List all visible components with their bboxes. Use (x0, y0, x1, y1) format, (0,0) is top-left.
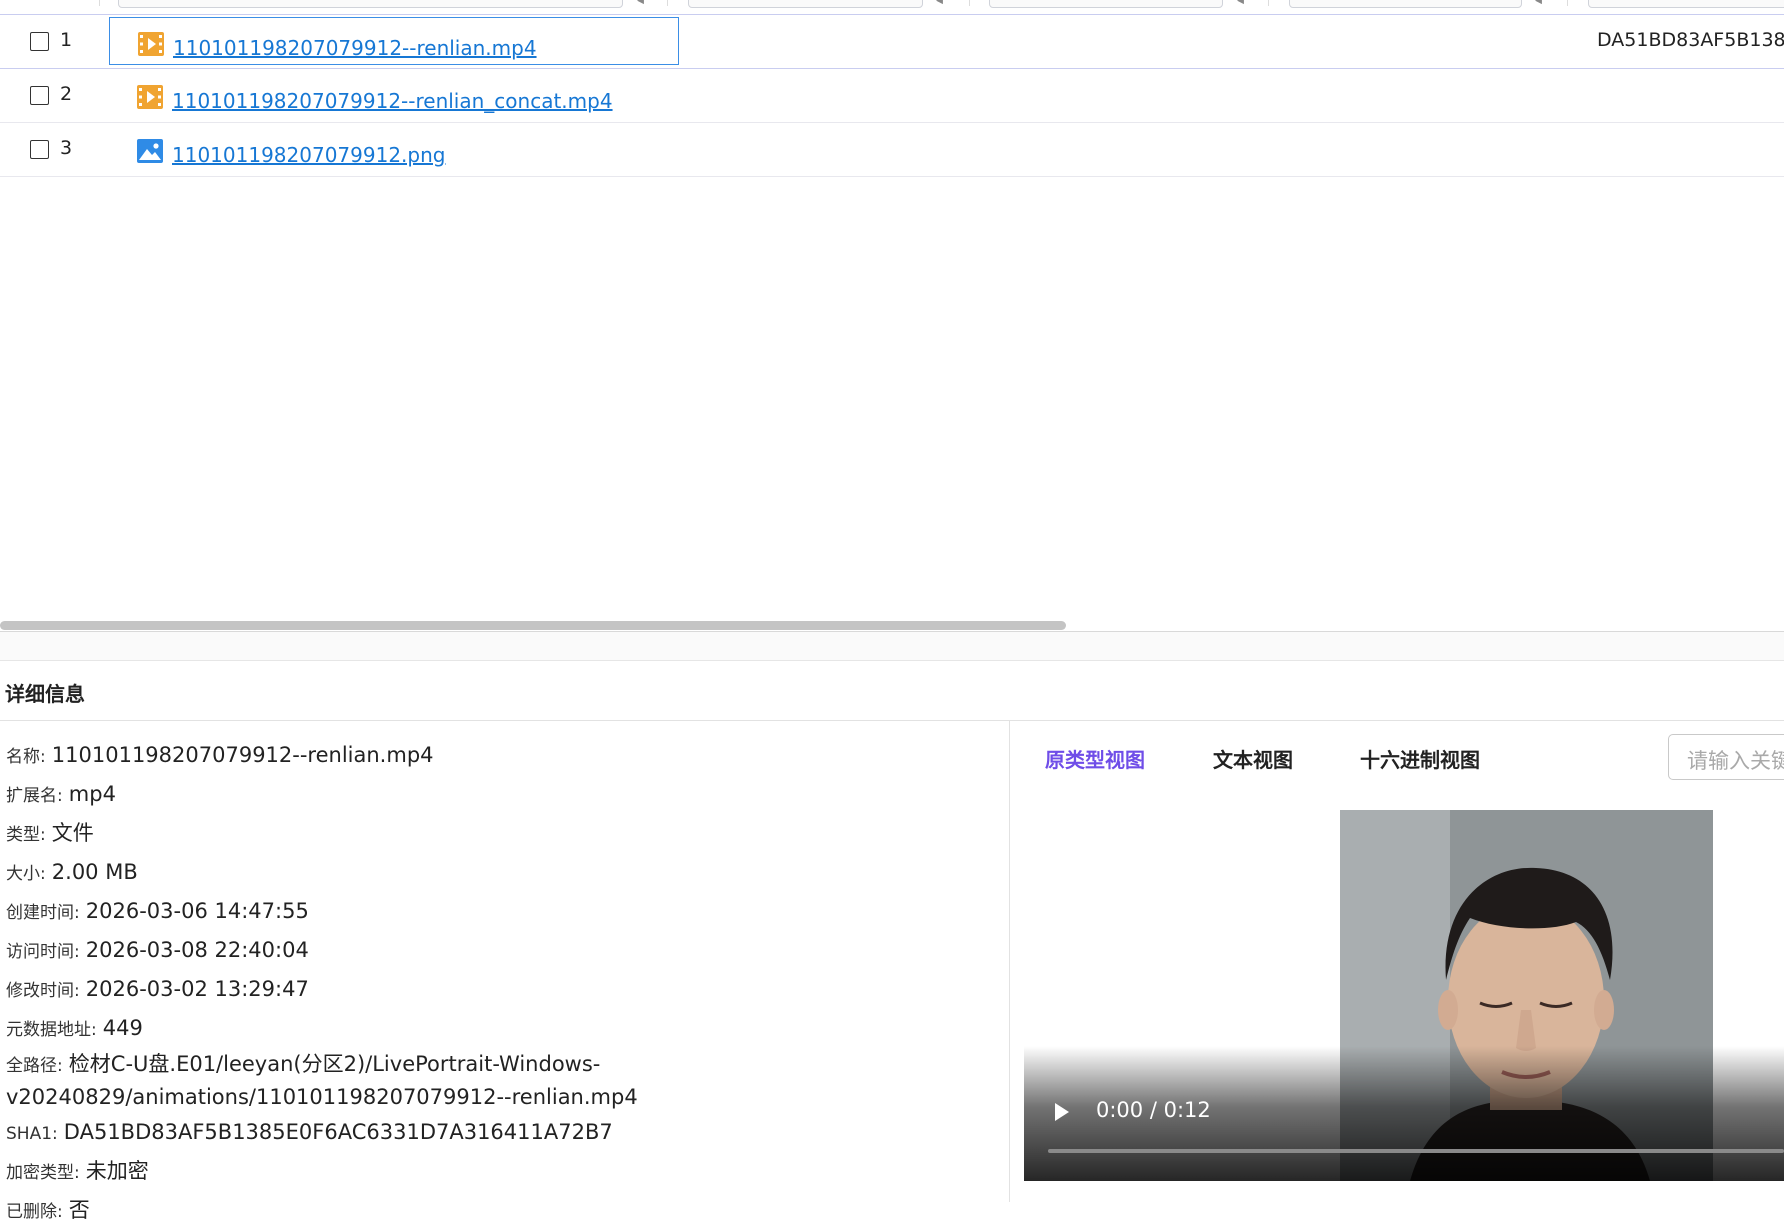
detail-type: 类型: 文件 (6, 815, 1006, 854)
detail-value: 检材C-U盘.E01/leeyan(分区2)/LivePortrait-Wind… (68, 1052, 601, 1076)
column-divider (667, 0, 668, 6)
detail-label: 元数据地址: (6, 1020, 97, 1040)
detail-label: 创建时间: (6, 903, 80, 923)
detail-full-path-cont: v20240829/animations/110101198207079912-… (6, 1082, 1006, 1114)
details-divider (0, 720, 1784, 721)
detail-label: 名称: (6, 747, 46, 767)
play-icon[interactable] (1055, 1103, 1069, 1121)
detail-label: 加密类型: (6, 1163, 80, 1183)
video-progress-bar[interactable] (1048, 1149, 1784, 1153)
row-index: 2 (60, 83, 73, 105)
sort-caret-icon[interactable]: ◀ (1535, 0, 1542, 6)
sort-caret-icon[interactable]: ◀ (936, 0, 943, 6)
detail-label: 类型: (6, 825, 46, 845)
column-divider (1567, 0, 1568, 6)
resize-strip[interactable] (0, 632, 1784, 661)
detail-value: mp4 (68, 782, 116, 806)
detail-encryption: 加密类型: 未加密 (6, 1153, 1006, 1192)
video-time: 0:00 / 0:12 (1096, 1098, 1211, 1122)
table-row[interactable]: 1 110101198207079912--renlian.mp4 DA51BD… (0, 15, 1784, 69)
file-name-link[interactable]: 110101198207079912--renlian.mp4 (173, 36, 537, 60)
search-input[interactable]: 请输入关键 (1668, 734, 1784, 780)
detail-value: DA51BD83AF5B1385E0F6AC6331D7A316411A72B7 (63, 1120, 613, 1144)
name-cell[interactable]: 110101198207079912.png (109, 125, 679, 173)
row-index: 3 (60, 137, 73, 159)
detail-label: 修改时间: (6, 981, 80, 1001)
video-player[interactable]: 0:00 / 0:12 (1024, 810, 1784, 1181)
detail-sha1: SHA1: DA51BD83AF5B1385E0F6AC6331D7A31641… (6, 1114, 1006, 1153)
search-placeholder: 请输入关键 (1687, 749, 1784, 773)
details-info: 名称: 110101198207079912--renlian.mp4 扩展名:… (6, 737, 1006, 1231)
detail-value: 2026-03-02 13:29:47 (85, 977, 309, 1001)
table-row[interactable]: 2 110101198207079912--renlian_concat.mp4 (0, 69, 1784, 123)
detail-label: 访问时间: (6, 942, 80, 962)
detail-full-path: 全路径: 检材C-U盘.E01/leeyan(分区2)/LivePortrait… (6, 1049, 1006, 1082)
sort-caret-icon[interactable]: ◀ (637, 0, 644, 6)
detail-label: SHA1: (6, 1124, 58, 1144)
detail-value: 110101198207079912--renlian.mp4 (51, 743, 434, 767)
tab-text-view[interactable]: 文本视图 (1213, 744, 1293, 773)
row-checkbox[interactable] (30, 140, 49, 159)
file-name-link[interactable]: 110101198207079912.png (172, 143, 445, 167)
detail-modified: 修改时间: 2026-03-02 13:29:47 (6, 971, 1006, 1010)
row-index: 1 (60, 29, 73, 51)
column-divider (1268, 0, 1269, 6)
details-vertical-divider (1009, 721, 1010, 1202)
sort-caret-icon[interactable]: ◀ (1237, 0, 1244, 6)
scrollbar-thumb[interactable] (0, 621, 1066, 630)
detail-name: 名称: 110101198207079912--renlian.mp4 (6, 737, 1006, 776)
detail-accessed: 访问时间: 2026-03-08 22:40:04 (6, 932, 1006, 971)
detail-value: 2026-03-08 22:40:04 (85, 938, 309, 962)
image-file-icon (137, 139, 163, 163)
detail-label: 扩展名: (6, 786, 63, 806)
filter-input-col2[interactable] (688, 0, 923, 8)
detail-label: 已删除: (6, 1202, 63, 1222)
file-name-link[interactable]: 110101198207079912--renlian_concat.mp4 (172, 89, 613, 113)
filter-input-col3[interactable] (989, 0, 1223, 8)
table-row[interactable]: 3 110101198207079912.png (0, 123, 1784, 177)
column-divider (969, 0, 970, 6)
detail-value: 2026-03-06 14:47:55 (85, 899, 309, 923)
filter-input-name[interactable] (118, 0, 623, 8)
detail-value: 449 (102, 1016, 143, 1040)
detail-created: 创建时间: 2026-03-06 14:47:55 (6, 893, 1006, 932)
detail-size: 大小: 2.00 MB (6, 854, 1006, 893)
column-filter-bar: ◀ ◀ ◀ ◀ (0, 0, 1784, 15)
name-cell[interactable]: 110101198207079912--renlian_concat.mp4 (109, 71, 679, 119)
name-cell[interactable]: 110101198207079912--renlian.mp4 (109, 17, 679, 65)
filter-input-col5[interactable] (1588, 0, 1784, 8)
tab-native-view[interactable]: 原类型视图 (1045, 744, 1145, 773)
file-table: 1 110101198207079912--renlian.mp4 DA51BD… (0, 15, 1784, 177)
detail-label: 全路径: (6, 1056, 63, 1076)
detail-extension: 扩展名: mp4 (6, 776, 1006, 815)
row-checkbox[interactable] (30, 32, 49, 51)
filter-input-col4[interactable] (1289, 0, 1522, 8)
detail-value: 2.00 MB (51, 860, 138, 884)
detail-value: 未加密 (85, 1159, 149, 1183)
detail-metadata-address: 元数据地址: 449 (6, 1010, 1006, 1049)
horizontal-scrollbar[interactable] (0, 619, 1784, 631)
row-checkbox[interactable] (30, 86, 49, 105)
detail-label: 大小: (6, 864, 46, 884)
detail-value: v20240829/animations/110101198207079912-… (6, 1085, 638, 1109)
details-title: 详细信息 (5, 682, 85, 706)
column-divider (99, 0, 100, 6)
detail-deleted: 已删除: 否 (6, 1192, 1006, 1231)
video-file-icon (137, 85, 163, 109)
tab-hex-view[interactable]: 十六进制视图 (1360, 744, 1480, 773)
detail-value: 文件 (51, 821, 94, 845)
hash-cell: DA51BD83AF5B1385 (1597, 29, 1784, 51)
video-file-icon (138, 32, 164, 56)
